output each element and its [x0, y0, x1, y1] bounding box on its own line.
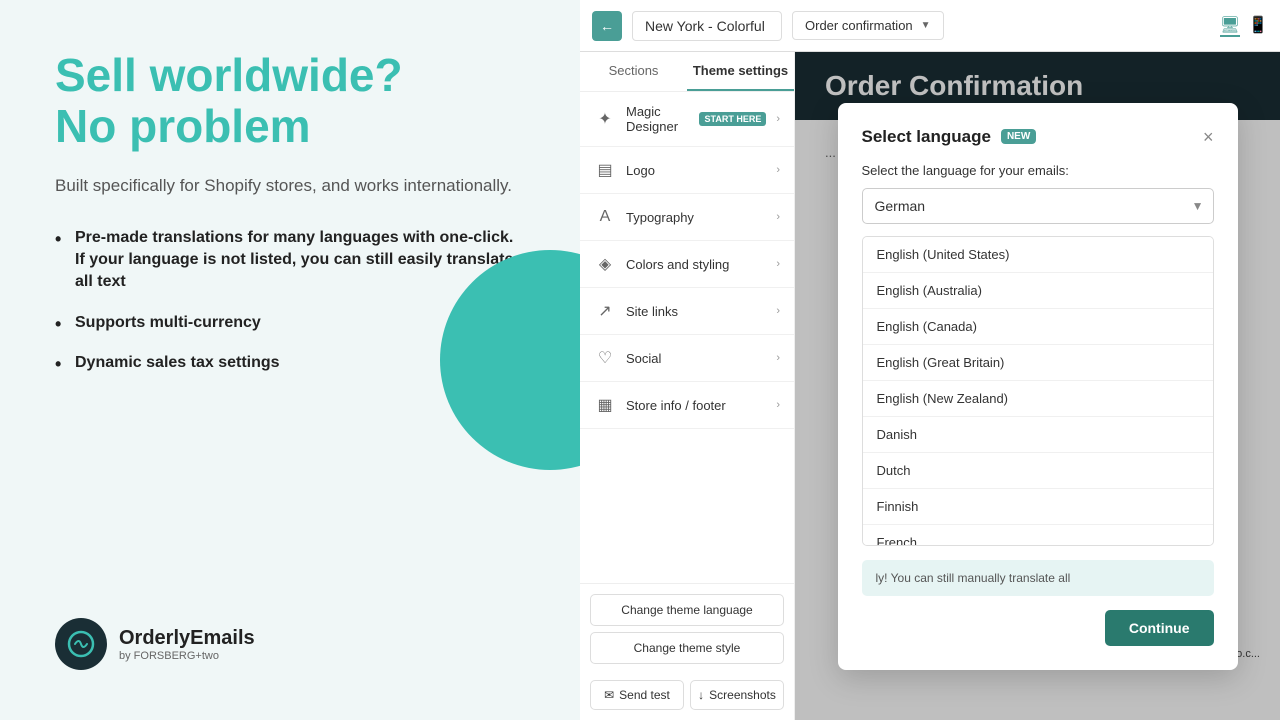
sidebar-item-label: Store info / footer — [626, 398, 766, 413]
lang-option-en_AU[interactable]: English (Australia) — [863, 273, 1213, 309]
modal-header: Select language NEW × — [862, 127, 1214, 147]
sidebar-item-site-links[interactable]: ↗ Site links › — [580, 288, 794, 335]
sidebar-item-icon: ▦ — [594, 394, 616, 416]
send-test-button[interactable]: ✉ Send test — [590, 680, 684, 710]
sidebar-item-label: Logo — [626, 163, 766, 178]
lang-option-en_US[interactable]: English (United States) — [863, 237, 1213, 273]
lang-option-en_GB[interactable]: English (Great Britain) — [863, 345, 1213, 381]
right-panel: ← New York - Colorful Order confirmation… — [580, 0, 1280, 720]
sidebar-item-icon: ↗ — [594, 300, 616, 322]
left-panel: Sell worldwide? No problem Built specifi… — [0, 0, 580, 720]
sidebar-item-arrow-icon: › — [776, 113, 780, 125]
change-theme-language-button[interactable]: Change theme language — [590, 594, 784, 626]
modal-footer: Continue — [862, 610, 1214, 646]
lang-option-nl[interactable]: Dutch — [863, 453, 1213, 489]
screenshots-icon: ↓ — [698, 688, 704, 702]
sidebar-item-label: Typography — [626, 210, 766, 225]
sidebar-item-icon: ▤ — [594, 159, 616, 181]
subtitle: Built specifically for Shopify stores, a… — [55, 173, 525, 199]
sidebar-item-logo[interactable]: ▤ Logo › — [580, 147, 794, 194]
sidebar-item-arrow-icon: › — [776, 305, 780, 317]
sidebar: Sections Theme settings ✦ Magic Designer S… — [580, 52, 795, 720]
bullet-item: Pre-made translations for many languages… — [55, 227, 525, 294]
sidebar-item-arrow-icon: › — [776, 399, 780, 411]
sidebar-actions: Change theme language Change theme style — [580, 583, 794, 672]
sidebar-item-arrow-icon: › — [776, 258, 780, 270]
footer-buttons: ✉ Send test ↓ Screenshots — [580, 672, 794, 720]
sidebar-item-colors-and-styling[interactable]: ◈ Colors and styling › — [580, 241, 794, 288]
desktop-icon[interactable]: 🖥 — [1220, 15, 1240, 37]
sidebar-items-list: ✦ Magic Designer START HERE › ▤ Logo › A Typogra… — [580, 92, 794, 583]
sidebar-item-store-info-/-footer[interactable]: ▦ Store info / footer › — [580, 382, 794, 429]
sidebar-item-icon: A — [594, 206, 616, 228]
order-dropdown[interactable]: Order confirmation ▼ — [792, 11, 944, 40]
modal-close-button[interactable]: × — [1203, 128, 1214, 146]
editor-topbar: ← New York - Colorful Order confirmation… — [580, 0, 1280, 52]
lang-option-en_NZ[interactable]: English (New Zealand) — [863, 381, 1213, 417]
sidebar-item-label: Magic Designer — [626, 104, 689, 134]
mobile-icon[interactable]: 📱 — [1248, 15, 1268, 37]
sidebar-item-icon: ♡ — [594, 347, 616, 369]
logo-icon — [55, 618, 107, 670]
language-select-wrapper: English (United States)English (Australi… — [862, 188, 1214, 224]
lang-option-en_CA[interactable]: English (Canada) — [863, 309, 1213, 345]
preview-area: Order Confirmation ... Customer Björn Fo… — [795, 52, 1280, 720]
sidebar-item-arrow-icon: › — [776, 211, 780, 223]
continue-button[interactable]: Continue — [1105, 610, 1214, 646]
lang-option-fr[interactable]: French — [863, 525, 1213, 546]
device-icons: 🖥 📱 — [1220, 15, 1268, 37]
sidebar-item-icon: ◈ — [594, 253, 616, 275]
sidebar-item-magic-designer[interactable]: ✦ Magic Designer START HERE › — [580, 92, 794, 147]
dropdown-arrow-icon: ▼ — [921, 20, 931, 31]
send-test-icon: ✉ — [604, 688, 614, 702]
modal-overlay: Select language NEW × Select the languag… — [795, 52, 1280, 720]
sidebar-item-label: Colors and styling — [626, 257, 766, 272]
language-dropdown[interactable]: English (United States)English (Australi… — [862, 236, 1214, 546]
modal-title: Select language — [862, 127, 991, 147]
logo-text: OrderlyEmails by FORSBERG+two — [119, 627, 255, 662]
screenshots-button[interactable]: ↓ Screenshots — [690, 680, 784, 710]
lang-option-da[interactable]: Danish — [863, 417, 1213, 453]
language-select[interactable]: English (United States)English (Australi… — [862, 188, 1214, 224]
sidebar-item-badge: START HERE — [699, 112, 766, 126]
new-badge: NEW — [1001, 129, 1036, 144]
back-button[interactable]: ← — [592, 11, 622, 41]
headline: Sell worldwide? No problem — [55, 50, 525, 151]
lang-option-fi[interactable]: Finnish — [863, 489, 1213, 525]
sidebar-tabs: Sections Theme settings — [580, 52, 794, 92]
theme-name: New York - Colorful — [632, 11, 782, 41]
sidebar-item-arrow-icon: › — [776, 164, 780, 176]
sidebar-item-icon: ✦ — [594, 108, 616, 130]
sidebar-item-social[interactable]: ♡ Social › — [580, 335, 794, 382]
select-language-modal: Select language NEW × Select the languag… — [838, 103, 1238, 670]
sidebar-item-arrow-icon: › — [776, 352, 780, 364]
tab-sections[interactable]: Sections — [580, 52, 687, 91]
sidebar-item-label: Site links — [626, 304, 766, 319]
tab-theme-settings[interactable]: Theme settings — [687, 52, 794, 91]
modal-label: Select the language for your emails: — [862, 163, 1214, 178]
sidebar-item-typography[interactable]: A Typography › — [580, 194, 794, 241]
editor-body: Sections Theme settings ✦ Magic Designer S… — [580, 52, 1280, 720]
logo-area: OrderlyEmails by FORSBERG+two — [55, 618, 525, 670]
info-box: ly! You can still manually translate all — [862, 560, 1214, 596]
change-theme-style-button[interactable]: Change theme style — [590, 632, 784, 664]
modal-title-row: Select language NEW — [862, 127, 1037, 147]
sidebar-item-label: Social — [626, 351, 766, 366]
